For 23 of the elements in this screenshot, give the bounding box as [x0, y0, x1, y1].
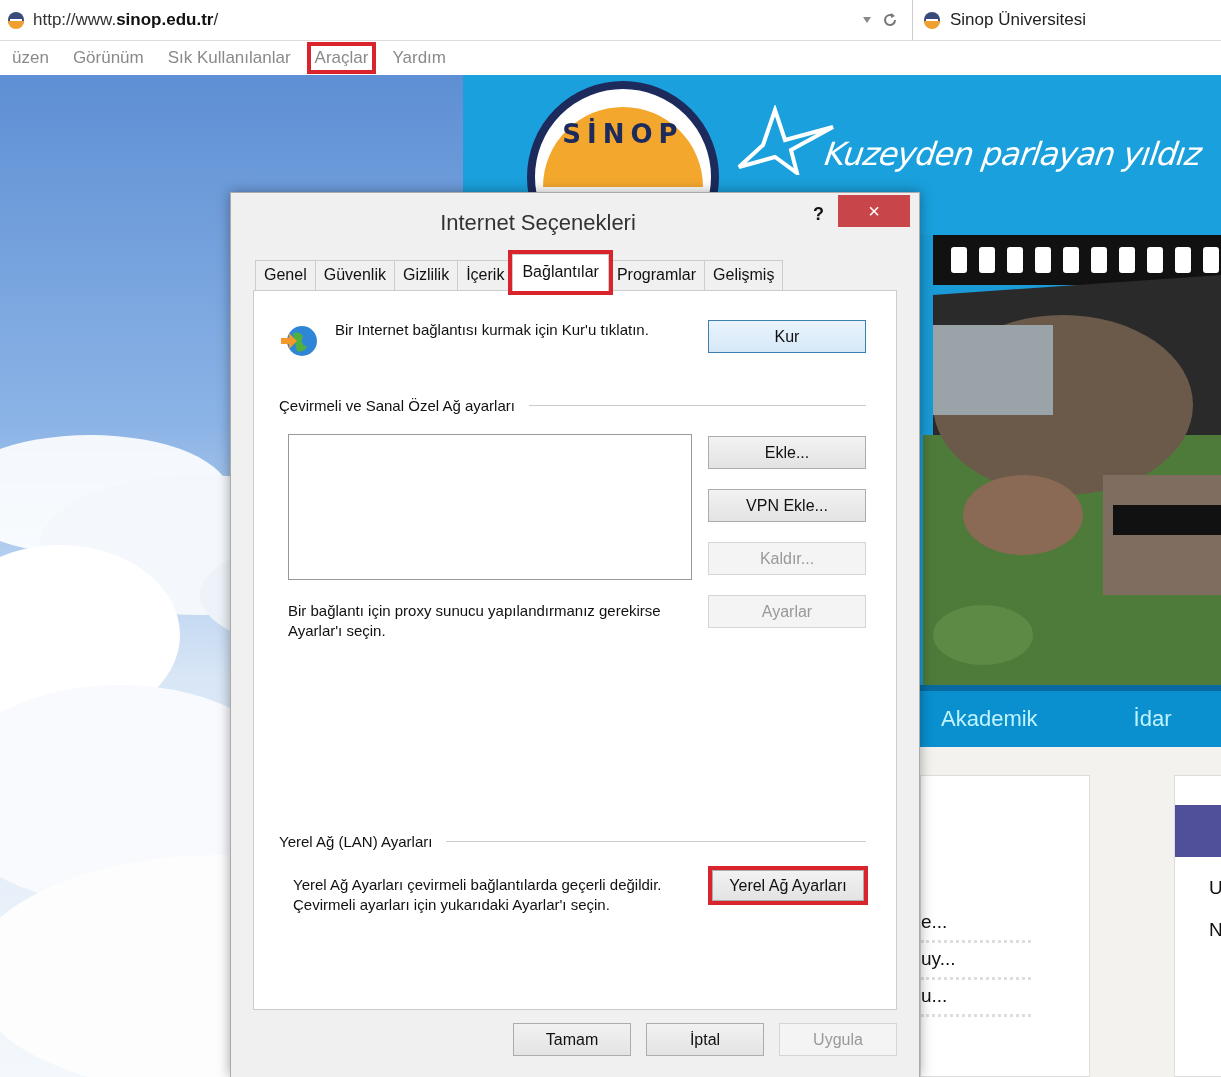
button[interactable]: Tamam: [513, 1023, 631, 1056]
menu-item[interactable]: Yardım: [384, 42, 454, 74]
tab-title: Sinop Üniversitesi: [950, 10, 1087, 30]
button[interactable]: VPN Ekle...: [708, 489, 866, 522]
browser-tab[interactable]: Sinop Üniversitesi: [912, 0, 1221, 40]
dropdown-caret-icon[interactable]: [862, 16, 872, 24]
button[interactable]: Kur: [708, 320, 866, 353]
refresh-icon[interactable]: [882, 12, 898, 28]
side-link[interactable]: U: [1209, 877, 1221, 899]
slogan: Kuzeyden parlayan yıldız: [822, 135, 1204, 173]
tab[interactable]: Gelişmiş: [704, 260, 784, 290]
site-favicon-icon: [923, 11, 941, 29]
window-title: Internet Seçenekleri: [439, 209, 637, 236]
header-bar: [1175, 805, 1221, 857]
site-favicon-icon: [7, 11, 25, 29]
menu-item[interactable]: Sık Kullanılanlar: [159, 42, 299, 74]
menu-item[interactable]: Araçlar: [306, 42, 377, 74]
close-button[interactable]: ×: [838, 195, 910, 227]
button[interactable]: Ekle...: [708, 436, 866, 469]
button[interactable]: İptal: [646, 1023, 764, 1056]
help-button[interactable]: ?: [813, 203, 824, 225]
side-link[interactable]: N: [1209, 919, 1221, 941]
address-field[interactable]: http://www.sinop.edu.tr/: [33, 10, 219, 30]
